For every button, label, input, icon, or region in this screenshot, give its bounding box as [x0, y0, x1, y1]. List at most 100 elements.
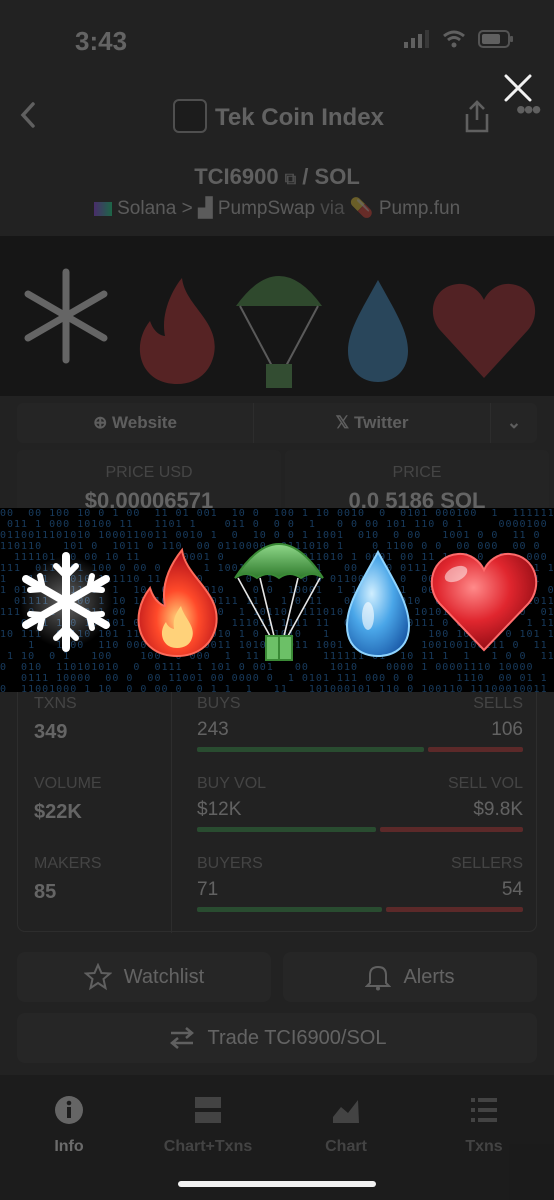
home-indicator[interactable] — [178, 1181, 376, 1187]
watchlist-button[interactable]: Watchlist — [17, 952, 271, 1002]
close-icon[interactable] — [502, 72, 534, 104]
volume-value: $22K — [34, 801, 82, 823]
token-title: Tek Coin Index — [215, 104, 384, 131]
buyers-sellers-row: BUYERS SELLERS 71 54 — [197, 855, 523, 912]
app-screen: 3:43 Tek Coin Index ••• TCI6900 ⧉ / SOL — [0, 0, 554, 1200]
token-logo — [173, 99, 207, 133]
heart-icon — [430, 552, 538, 652]
swap-arrows-icon — [169, 1027, 194, 1049]
txns-value: 349 — [34, 721, 68, 743]
star-icon — [83, 963, 112, 991]
website-label: Website — [112, 413, 177, 432]
social-links: ⊕ Website 𝕏 Twitter ⌄ — [17, 403, 537, 443]
stats-left-column: TXNS 349 VOLUME $22K MAKERS 85 — [18, 681, 172, 933]
image-preview: 00 00 100 10 0 1 00 11 01 001 10 0 100 1… — [0, 508, 554, 692]
pill-icon: 💊 — [349, 198, 374, 219]
buy-vol-label: BUY VOL — [197, 775, 267, 792]
buy-vol-value: $12K — [197, 799, 242, 820]
trade-button[interactable]: Trade TCI6900/SOL — [17, 1013, 537, 1063]
tab-txns[interactable]: Txns — [424, 1095, 544, 1156]
buys-value: 243 — [197, 719, 229, 740]
sellers-value: 54 — [501, 879, 523, 900]
signal-icon — [404, 30, 429, 48]
status-bar: 3:43 — [0, 0, 554, 80]
txns-label: TXNS — [34, 695, 77, 712]
twitter-label: Twitter — [353, 413, 409, 432]
volume-stat: VOLUME $22K — [34, 775, 102, 824]
volume-bar — [197, 827, 523, 832]
makers-label: MAKERS — [34, 855, 102, 872]
chevron-down-icon: ⌄ — [506, 413, 522, 432]
sell-vol-bar-fill — [380, 827, 523, 832]
sells-bar-fill — [427, 747, 523, 752]
buys-label: BUYS — [197, 695, 241, 712]
watchlist-label: Watchlist — [123, 965, 205, 988]
buyers-bar-fill — [197, 907, 383, 912]
chain-dex[interactable]: PumpSwap — [218, 198, 315, 219]
buyers-label: BUYERS — [197, 855, 263, 872]
banner-drop-icon — [348, 280, 408, 382]
chain-network[interactable]: Solana — [117, 198, 176, 219]
alerts-button[interactable]: Alerts — [283, 952, 537, 1002]
price-native-label: PRICE — [392, 464, 442, 481]
buys-sells-row: BUYS SELLS 243 106 — [197, 695, 523, 752]
app-header: Tek Coin Index ••• — [0, 92, 554, 144]
share-icon[interactable] — [462, 100, 492, 134]
sells-value: 106 — [491, 719, 523, 740]
links-dropdown-button[interactable]: ⌄ — [491, 413, 537, 433]
water-drop-icon — [345, 549, 411, 658]
chain-breadcrumb: Solana > ▟ PumpSwap via 💊 Pump.fun — [0, 196, 554, 220]
tab-chart-label: Chart — [325, 1138, 367, 1155]
chain-via: via — [320, 198, 345, 219]
x-logo-icon: 𝕏 — [335, 413, 354, 432]
banner-icons — [24, 268, 536, 388]
banner-snowflake-icon — [24, 268, 108, 364]
globe-icon: ⊕ — [93, 413, 113, 432]
pumpswap-icon: ▟ — [197, 198, 213, 219]
buys-sells-bar — [197, 747, 523, 752]
banner-fire-icon — [139, 278, 215, 384]
twitter-link[interactable]: 𝕏 Twitter — [254, 413, 490, 433]
volume-split-row: BUY VOL SELL VOL $12K $9.8K — [197, 775, 523, 832]
sell-vol-label: SELL VOL — [447, 775, 523, 792]
bell-icon — [365, 965, 392, 991]
makers-value: 85 — [34, 881, 57, 903]
tab-chart-txns-label: Chart+Txns — [163, 1138, 253, 1155]
tab-txns-label: Txns — [465, 1138, 503, 1155]
battery-icon — [478, 30, 513, 48]
chevron-right-icon: > — [181, 198, 198, 219]
tab-chart[interactable]: Chart — [286, 1095, 406, 1156]
wifi-icon — [443, 30, 465, 48]
sellers-label: SELLERS — [450, 855, 523, 872]
makers-stat: MAKERS 85 — [34, 855, 102, 904]
pair-quote: SOL — [314, 164, 360, 189]
txns-stat: TXNS 349 — [34, 695, 77, 744]
fire-icon — [137, 547, 218, 658]
sells-label: SELLS — [473, 695, 523, 712]
buyers-bar — [197, 907, 523, 912]
buys-bar-fill — [197, 747, 424, 752]
chain-source[interactable]: Pump.fun — [379, 198, 460, 219]
snowflake-icon — [20, 552, 112, 652]
volume-label: VOLUME — [34, 775, 102, 792]
parachute-icon — [234, 543, 324, 661]
tab-info-label: Info — [54, 1138, 84, 1155]
price-usd-label: PRICE USD — [105, 464, 193, 481]
area-chart-icon — [333, 1100, 359, 1123]
copy-icon[interactable]: ⧉ — [285, 171, 296, 188]
buy-vol-bar-fill — [197, 827, 377, 832]
sellers-bar-fill — [386, 907, 523, 912]
token-banner — [0, 236, 554, 396]
split-view-icon — [195, 1097, 221, 1123]
pair-base: TCI6900 — [194, 164, 279, 189]
tab-info[interactable]: Info — [9, 1095, 129, 1156]
preview-icons — [20, 543, 538, 661]
website-link[interactable]: ⊕ Website — [17, 413, 253, 433]
tab-chart-txns[interactable]: Chart+Txns — [148, 1095, 268, 1156]
status-time: 3:43 — [75, 26, 128, 56]
alerts-label: Alerts — [403, 965, 455, 988]
back-button[interactable] — [18, 100, 38, 138]
banner-parachute-icon — [236, 276, 322, 388]
status-icons — [404, 30, 514, 48]
sell-vol-value: $9.8K — [473, 799, 523, 820]
